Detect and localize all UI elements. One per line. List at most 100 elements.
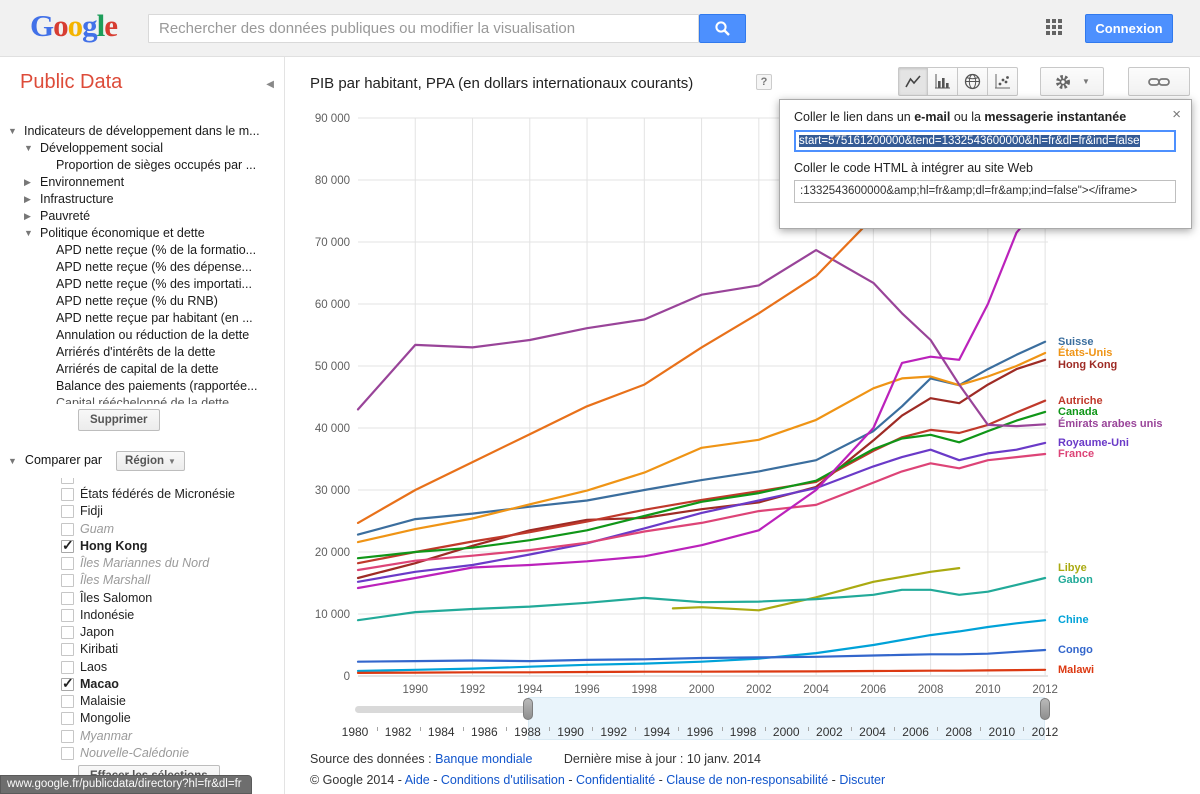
country-row[interactable]: Mongolie xyxy=(0,710,285,727)
country-label[interactable]: Japon xyxy=(80,624,114,641)
tree-item[interactable]: Capital rééchelonné de la dette xyxy=(0,395,285,404)
legend-label[interactable]: Suisse xyxy=(1058,336,1093,348)
search-input[interactable] xyxy=(148,14,699,43)
country-row[interactable]: Îles Mariannes du Nord xyxy=(0,555,285,572)
country-label[interactable]: Îles Marshall xyxy=(80,572,150,589)
search-button[interactable] xyxy=(699,14,746,43)
country-label[interactable]: Indonésie xyxy=(80,607,134,624)
legend-label[interactable]: États-Unis xyxy=(1058,347,1112,359)
chevron-right-icon[interactable]: ▶ xyxy=(24,174,31,191)
region-dropdown[interactable]: Région▼ xyxy=(116,451,185,471)
checkbox-unchecked[interactable] xyxy=(61,557,74,570)
source-link[interactable]: Banque mondiale xyxy=(435,752,532,766)
tree-item[interactable]: APD nette reçue (% de la formatio... xyxy=(0,242,285,259)
settings-button[interactable]: ▼ xyxy=(1040,67,1104,96)
tree-item[interactable]: Balance des paiements (rapportée... xyxy=(0,378,285,395)
checkbox-unchecked[interactable] xyxy=(61,626,74,639)
country-label[interactable]: Guam xyxy=(80,521,114,538)
help-icon[interactable]: ? xyxy=(756,74,772,90)
country-row[interactable]: Hong Kong xyxy=(0,538,285,555)
country-row[interactable]: Kiribati xyxy=(0,641,285,658)
chevron-down-icon[interactable]: ▼ xyxy=(24,140,33,157)
chevron-down-icon[interactable]: ▼ xyxy=(8,123,17,140)
tree-item[interactable]: ▶Pauvreté xyxy=(0,208,285,225)
checkbox-checked[interactable] xyxy=(61,540,74,553)
country-row[interactable]: Myanmar xyxy=(0,728,285,745)
sidebar-collapse-icon[interactable]: ◀ xyxy=(266,79,274,90)
bar-chart-button[interactable] xyxy=(928,67,958,96)
apps-grid-icon[interactable] xyxy=(1046,19,1066,39)
checkbox-unchecked[interactable] xyxy=(61,712,74,725)
checkbox-unchecked[interactable] xyxy=(61,695,74,708)
country-row[interactable]: Nouvelle-Calédonie xyxy=(0,745,285,762)
country-row[interactable]: Indonésie xyxy=(0,607,285,624)
country-row[interactable]: Japon xyxy=(0,624,285,641)
checkbox-unchecked[interactable] xyxy=(61,730,74,743)
checkbox-unchecked[interactable] xyxy=(61,592,74,605)
country-row[interactable]: Îles Salomon xyxy=(0,590,285,607)
country-row[interactable]: États fédérés de Micronésie xyxy=(0,486,285,503)
country-label[interactable]: Kiribati xyxy=(80,641,118,658)
tree-item[interactable]: Arriérés d'intérêts de la dette xyxy=(0,344,285,361)
country-label[interactable]: Îles Mariannes du Nord xyxy=(80,555,209,572)
share-link-button[interactable] xyxy=(1128,67,1190,96)
chevron-down-icon[interactable]: ▼ xyxy=(24,225,33,242)
checkbox-checked[interactable] xyxy=(61,678,74,691)
footer-link[interactable]: Aide xyxy=(405,773,430,787)
legend-label[interactable]: Royaume-Uni xyxy=(1058,437,1129,449)
country-row[interactable]: Guam xyxy=(0,521,285,538)
google-logo[interactable]: Google xyxy=(30,8,117,44)
tree-item[interactable]: Arriérés de capital de la dette xyxy=(0,361,285,378)
footer-link[interactable]: Conditions d'utilisation xyxy=(441,773,565,787)
country-row[interactable]: Macao xyxy=(0,676,285,693)
legend-label[interactable]: Libye xyxy=(1058,562,1087,574)
tree-item[interactable]: APD nette reçue (% des dépense... xyxy=(0,259,285,276)
share-link-input[interactable]: start=575161200000&tend=1332543600000&hl… xyxy=(794,130,1176,152)
country-label[interactable]: Fidji xyxy=(80,503,103,520)
footer-link[interactable]: Confidentialité xyxy=(576,773,655,787)
footer-link[interactable]: Discuter xyxy=(839,773,885,787)
slider-handle-left[interactable] xyxy=(523,698,533,720)
chevron-right-icon[interactable]: ▶ xyxy=(24,208,31,225)
legend-label[interactable]: Chine xyxy=(1058,614,1089,626)
country-label[interactable]: États fédérés de Micronésie xyxy=(80,486,235,503)
tree-item[interactable]: ▶Infrastructure xyxy=(0,191,285,208)
tree-item[interactable]: ▶Environnement xyxy=(0,174,285,191)
legend-label[interactable]: Gabon xyxy=(1058,574,1093,586)
checkbox-unchecked[interactable] xyxy=(61,523,74,536)
tree-item[interactable]: Proportion de sièges occupés par ... xyxy=(0,157,285,174)
country-label[interactable]: Malaisie xyxy=(80,693,126,710)
country-label[interactable]: Nouvelle-Calédonie xyxy=(80,745,189,762)
checkbox-unchecked[interactable] xyxy=(61,574,74,587)
embed-code-input[interactable]: :1332543600000&amp;hl=fr&amp;dl=fr&amp;i… xyxy=(794,180,1176,203)
checkbox-unchecked[interactable] xyxy=(61,747,74,760)
legend-label[interactable]: Hong Kong xyxy=(1058,359,1117,371)
chevron-down-icon[interactable]: ▼ xyxy=(8,456,17,466)
tree-item[interactable]: APD nette reçue (% des importati... xyxy=(0,276,285,293)
country-row[interactable]: Laos xyxy=(0,659,285,676)
tree-item[interactable]: ▼Indicateurs de développement dans le m.… xyxy=(0,123,285,140)
tree-item[interactable]: ▼Politique économique et dette xyxy=(0,225,285,242)
signin-button[interactable]: Connexion xyxy=(1085,14,1173,43)
country-row[interactable]: Fidji xyxy=(0,503,285,520)
country-label[interactable]: Îles Salomon xyxy=(80,590,152,607)
legend-label[interactable]: Congo xyxy=(1058,644,1093,656)
tree-item[interactable]: ▼Développement social xyxy=(0,140,285,157)
legend-label[interactable]: Émirats arabes unis xyxy=(1058,418,1163,430)
close-icon[interactable]: × xyxy=(1172,106,1181,123)
country-row[interactable]: Îles Marshall xyxy=(0,572,285,589)
legend-label[interactable]: Canada xyxy=(1058,406,1098,418)
tree-item[interactable]: APD nette reçue (% du RNB) xyxy=(0,293,285,310)
checkbox-unchecked[interactable] xyxy=(61,661,74,674)
checkbox-unchecked[interactable] xyxy=(61,609,74,622)
country-row[interactable]: Malaisie xyxy=(0,693,285,710)
checkbox-unchecked[interactable] xyxy=(61,505,74,518)
tree-item[interactable]: APD nette reçue par habitant (en ... xyxy=(0,310,285,327)
scatter-chart-button[interactable] xyxy=(988,67,1018,96)
country-label[interactable]: Hong Kong xyxy=(80,538,147,555)
legend-label[interactable]: Autriche xyxy=(1058,395,1103,407)
checkbox-unchecked[interactable] xyxy=(61,643,74,656)
country-label[interactable]: Mongolie xyxy=(80,710,131,727)
legend-label[interactable]: France xyxy=(1058,448,1094,460)
slider-handle-right[interactable] xyxy=(1040,698,1050,720)
